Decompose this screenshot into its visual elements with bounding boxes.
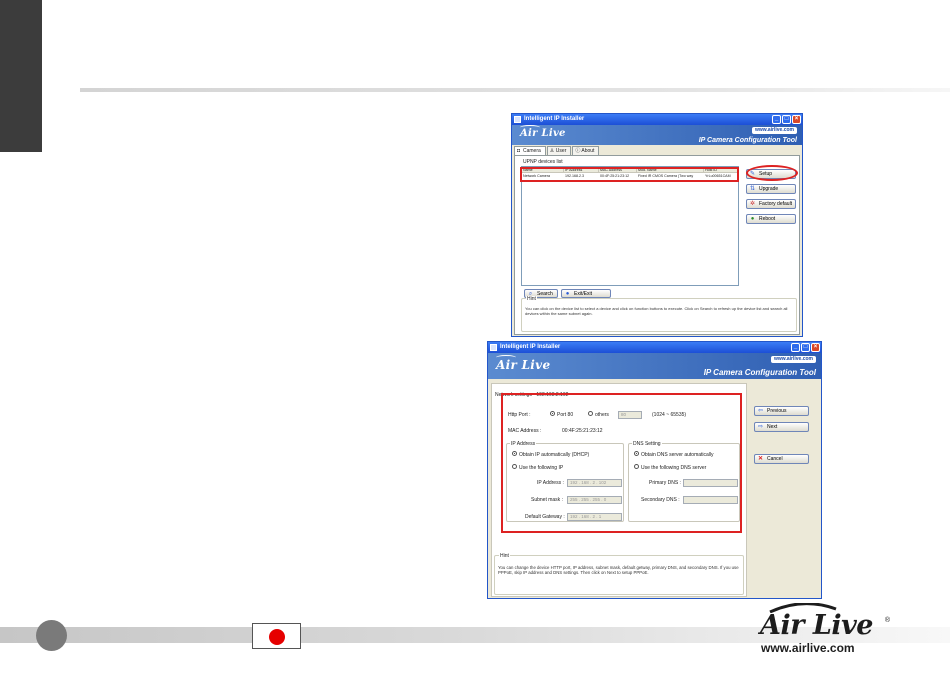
info-icon: ⓘ [575,148,581,154]
ip-installer-window-main: Intelligent IP Installer _ □ × Air Live … [511,113,803,337]
airlive-logo: Air Live [520,125,566,139]
banner-url[interactable]: www.airlive.com [771,356,816,363]
app-icon [490,344,497,351]
camera-panel: UPNP devices list Name IP Address MAC Ad… [514,155,800,335]
header-divider [80,88,950,92]
tab-camera[interactable]: ◘ Camera [514,146,546,155]
window-title: Intelligent IP Installer [500,344,561,350]
exit-icon: ● [565,291,570,297]
hint-text: You can change the device HTTP port, IP … [498,565,739,575]
user-icon: ♙ [549,148,555,154]
tab-about[interactable]: ⓘ About [572,146,600,155]
close-icon: ✕ [757,456,764,462]
airlive-brand-logo: Air Live ® [760,603,890,641]
arrow-right-icon: ⇨ [757,424,764,430]
maximize-button[interactable]: □ [801,343,810,352]
next-button[interactable]: ⇨ Next [754,422,809,432]
titlebar: Intelligent IP Installer _ □ × [512,114,802,125]
chapter-tab [0,0,42,152]
app-banner: Air Live www.airlive.com IP Camera Confi… [488,353,821,379]
page-number-circle [36,620,67,651]
upgrade-button[interactable]: ⇅ Upgrade [746,184,796,194]
hint-label: Hint [499,553,510,559]
hint-text: You can click on the device list to sele… [525,306,788,316]
japan-flag-icon [252,623,301,649]
minimize-button[interactable]: _ [791,343,800,352]
minimize-button[interactable]: _ [772,115,781,124]
camera-icon: ◘ [517,148,521,154]
titlebar: Intelligent IP Installer _ □ × [488,342,821,353]
ip-installer-window-network: Intelligent IP Installer _ □ × Air Live … [487,341,822,599]
banner-subtitle: IP Camera Configuration Tool [698,137,797,144]
setup-highlight [746,165,798,181]
arrow-left-icon: ⇦ [757,408,764,414]
footer-url: www.airlive.com [761,641,855,655]
hint-box: Hint You can click on the device list to… [521,296,797,332]
app-banner: Air Live www.airlive.com IP Camera Confi… [512,125,802,145]
factory-icon: ✲ [749,201,756,207]
upgrade-icon: ⇅ [749,186,756,192]
window-title: Intelligent IP Installer [524,116,585,122]
hint-label: Hint [526,296,537,302]
hint-box: Hint You can change the device HTTP port… [494,553,744,595]
exit-button[interactable]: ● Exit/Exit [561,289,611,298]
reboot-button[interactable]: ● Reboot [746,214,796,224]
app-icon [514,116,521,123]
reboot-icon: ● [750,216,755,222]
maximize-button[interactable]: □ [782,115,791,124]
selection-highlight [520,167,739,182]
device-list[interactable]: Name IP Address MAC Address Mod. Name Ho… [521,166,739,286]
close-button[interactable]: × [792,115,801,124]
previous-button[interactable]: ⇦ Previous [754,406,809,416]
banner-subtitle: IP Camera Configuration Tool [703,368,816,377]
devices-label: UPNP devices list [523,159,563,165]
airlive-logo: Air Live [496,355,550,372]
cancel-button[interactable]: ✕ Cancel [754,454,809,464]
factory-default-button[interactable]: ✲ Factory default [746,199,796,209]
close-button[interactable]: × [811,343,820,352]
tab-user[interactable]: ♙ User [546,146,572,155]
banner-url[interactable]: www.airlive.com [752,127,797,134]
settings-highlight [501,393,742,533]
